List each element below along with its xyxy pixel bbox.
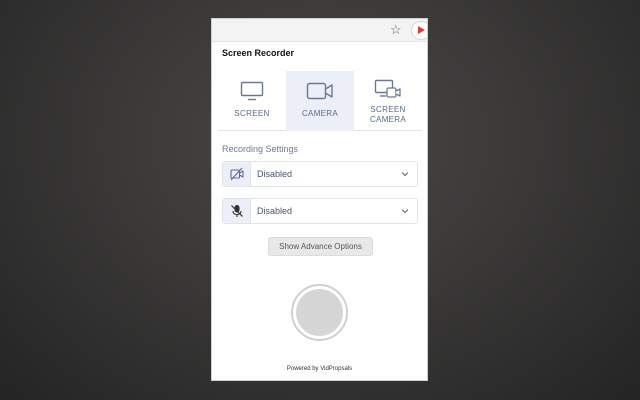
record-button-inner	[296, 289, 343, 336]
recording-mode-tabs: SCREEN CAMERA SCREEN CAMERA	[218, 71, 422, 131]
video-camera-icon	[306, 82, 333, 100]
tab-screen-camera[interactable]: SCREEN CAMERA	[354, 71, 422, 131]
powered-by-footer: Powered by VidPropsals	[286, 366, 353, 372]
extension-button[interactable]	[411, 21, 427, 40]
mic-off-icon	[231, 205, 243, 217]
monitor-icon	[240, 81, 264, 101]
bookmark-star-icon[interactable]: ☆	[390, 22, 402, 38]
popup-title: Screen Recorder	[222, 48, 295, 58]
screen-camera-icon	[374, 79, 401, 98]
camera-select-value: Disabled	[257, 169, 293, 179]
microphone-select-icon-box	[223, 199, 251, 223]
tab-camera[interactable]: CAMERA	[286, 71, 354, 131]
show-advance-options-button[interactable]: Show Advance Options	[268, 237, 373, 256]
extension-popup: ☆ Screen Recorder SCREEN CAMERA SCREEN C…	[211, 18, 428, 381]
tab-screen[interactable]: SCREEN	[218, 71, 286, 131]
chevron-down-icon	[401, 209, 409, 214]
camera-select[interactable]: Disabled	[222, 161, 418, 187]
chevron-down-icon	[401, 172, 409, 177]
camera-off-icon	[230, 167, 244, 181]
recording-settings-label: Recording Settings	[222, 144, 299, 154]
tab-screen-camera-label-2: CAMERA	[369, 115, 407, 124]
record-button[interactable]	[291, 284, 348, 341]
tab-camera-label: CAMERA	[301, 109, 339, 118]
microphone-select-value: Disabled	[257, 206, 293, 216]
record-extension-icon	[418, 26, 425, 34]
microphone-select[interactable]: Disabled	[222, 198, 418, 224]
tab-screen-camera-label-1: SCREEN	[370, 105, 406, 114]
browser-toolbar: ☆	[212, 19, 427, 42]
tab-screen-label: SCREEN	[234, 109, 270, 118]
camera-select-icon-box	[223, 162, 251, 186]
